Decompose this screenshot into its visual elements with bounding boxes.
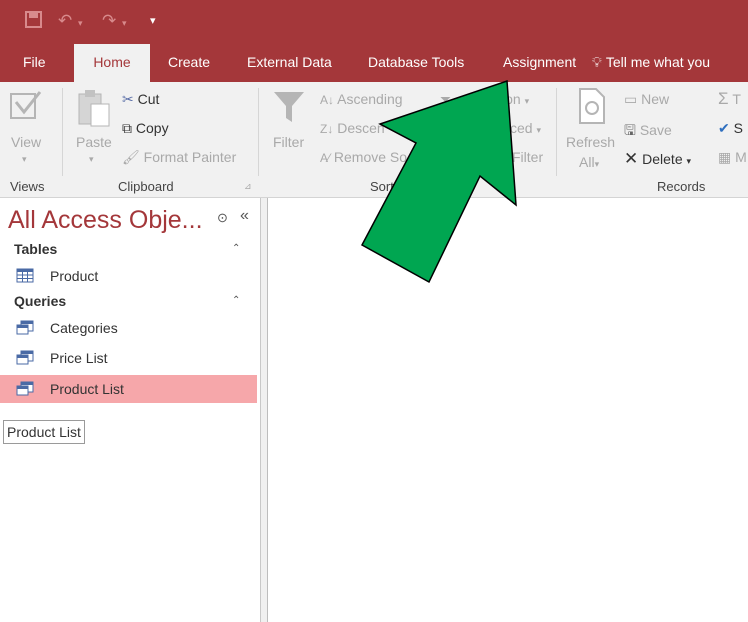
annotation-arrow-overlay <box>360 79 517 284</box>
green-arrow-icon <box>360 79 517 284</box>
